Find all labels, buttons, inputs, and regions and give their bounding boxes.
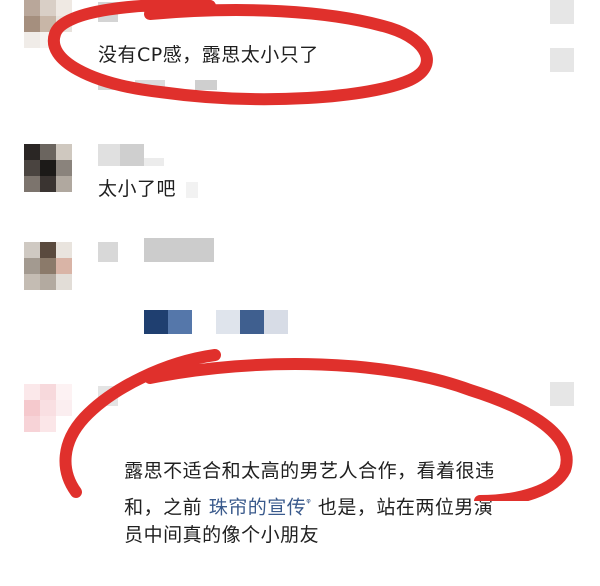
meta-blur [195, 80, 217, 90]
comment-item: 太小了吧 [0, 140, 600, 220]
image-blur [168, 310, 192, 334]
username-blur [144, 158, 164, 166]
comment-item: 露思不适合和太高的男艺人合作，看着很违 和，之前 珠帘的宣传ᵠ 也是，站在两位男… [0, 380, 600, 546]
image-blur [264, 310, 288, 334]
username-blur [98, 386, 118, 406]
username-blur [144, 238, 214, 262]
comment-line: 员中间真的像个小朋友 [124, 524, 320, 546]
image-blur [216, 310, 240, 334]
avatar[interactable] [24, 384, 72, 432]
avatar[interactable] [24, 242, 72, 290]
comment-text: 员中间真的像个小朋友 [98, 484, 319, 586]
username-blur [98, 242, 118, 262]
image-blur [240, 310, 264, 334]
like-icon[interactable] [550, 0, 574, 24]
avatar[interactable] [24, 0, 72, 48]
avatar[interactable] [24, 144, 72, 192]
meta-blur [135, 80, 165, 90]
comment-text: 没有CP感，露思太小只了 [98, 44, 319, 66]
comment-text: 太小了吧 [98, 178, 183, 200]
username-blur [120, 144, 144, 166]
like-icon[interactable] [550, 382, 574, 406]
image-blur [144, 310, 168, 334]
comment-line: 也是，站在两位男演 [311, 496, 494, 519]
like-icon[interactable] [550, 48, 574, 72]
meta-blur [98, 80, 118, 90]
username-blur [98, 144, 120, 166]
comment-item: 没有CP感，露思太小只了 [0, 0, 600, 110]
comment-item [0, 238, 600, 338]
username-blur [98, 2, 118, 22]
text-fade [186, 182, 198, 198]
